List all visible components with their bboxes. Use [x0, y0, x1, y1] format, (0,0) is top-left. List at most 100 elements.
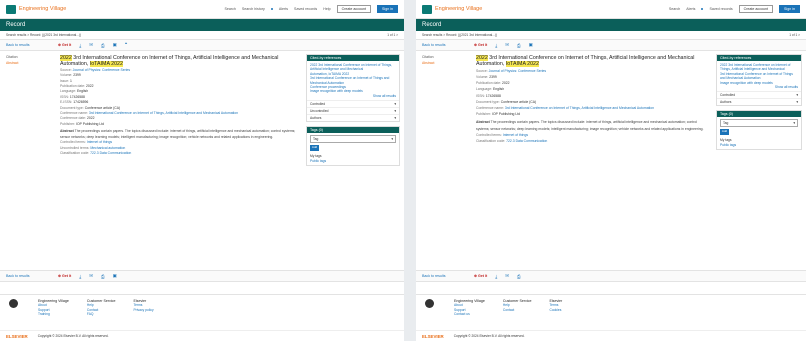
getit-button[interactable]: ⊕ Get It — [474, 274, 487, 278]
public-tags-link[interactable]: Public tags — [720, 143, 798, 147]
elsevier-logo[interactable]: ELSEVIER — [422, 334, 444, 339]
uncontrolled-term[interactable]: Mechanical automation — [90, 146, 125, 150]
cite-icon[interactable]: ❝ — [125, 42, 127, 48]
section-abstract[interactable]: Abstract — [422, 61, 466, 65]
result-pager[interactable]: 1 of 1 > — [789, 33, 800, 37]
abstract-label: Abstract — [476, 120, 490, 125]
nav-alerts[interactable]: Alerts — [279, 7, 288, 11]
class-code[interactable]: 722.3 Data Communication — [506, 139, 547, 143]
facet-uncontrolled[interactable]: Uncontrolled ▾ — [307, 107, 399, 114]
line-value[interactable]: 3rd International Conference on Internet… — [89, 111, 238, 115]
show-all-link[interactable]: Show all results — [310, 94, 396, 98]
my-tags-label: My tags — [310, 154, 322, 159]
save-icon[interactable]: ▣ — [113, 273, 117, 279]
nav-saved-records[interactable]: Saved records — [709, 7, 732, 11]
create-account-button[interactable]: Create account — [336, 5, 371, 13]
footer-link[interactable]: Contact us — [454, 312, 485, 316]
footer-link[interactable]: Privacy policy — [133, 308, 153, 312]
save-icon[interactable]: ▣ — [113, 42, 117, 48]
nav-help[interactable]: Help — [323, 7, 330, 11]
line-label: E-ISSN: — [60, 100, 74, 105]
line-value: 2022 — [86, 84, 94, 89]
related-item[interactable]: 3rd International Conference on Internet… — [310, 76, 396, 85]
record-toolbar: Back to results ⊕ Get It ⤓ ✉ ⎙ ▣ — [416, 39, 806, 51]
print-icon[interactable]: ⎙ — [101, 43, 105, 48]
result-pager[interactable]: 1 of 1 > — [387, 33, 398, 37]
line-value[interactable]: 3rd International Conference on Internet… — [505, 106, 654, 110]
section-citation[interactable]: Citation — [422, 55, 466, 59]
record-sections: Citation Abstract — [416, 51, 472, 157]
getit-button[interactable]: ⊕ Get It — [474, 43, 487, 47]
back-to-results-link[interactable]: Back to results — [422, 274, 466, 278]
email-icon[interactable]: ✉ — [505, 273, 509, 279]
line-value: English — [492, 87, 505, 92]
facet-authors[interactable]: Authors ▾ — [307, 114, 399, 121]
footer-link[interactable]: FAQ — [87, 312, 116, 316]
email-icon[interactable]: ✉ — [505, 42, 509, 48]
facet-controlled[interactable]: Controlled ▾ — [717, 91, 801, 98]
related-item[interactable]: 2022 3rd International Conference on Int… — [310, 63, 396, 72]
line-value: 17426588 — [485, 93, 501, 98]
breadcrumb-text[interactable]: Search results > Record: (((2021 3rd Int… — [6, 33, 81, 37]
back-to-results-link[interactable]: Back to results — [6, 274, 50, 278]
nav-search-history[interactable]: Search history — [242, 7, 265, 11]
section-citation[interactable]: Citation — [6, 55, 50, 59]
print-icon[interactable]: ⎙ — [517, 43, 521, 48]
app-logo[interactable]: Engineering Village — [422, 4, 482, 14]
download-icon[interactable]: ⤓ — [79, 43, 81, 48]
chevron-down-icon: ▾ — [391, 137, 393, 142]
footer-link[interactable]: Contact — [503, 308, 532, 312]
add-tag-button[interactable]: Add — [310, 145, 319, 152]
print-icon[interactable]: ⎙ — [101, 274, 105, 279]
line-value: English — [76, 89, 89, 94]
sign-in-button[interactable]: Sign in — [377, 5, 398, 13]
line-value[interactable]: Journal of Physics: Conference Series — [489, 69, 546, 73]
elsevier-tree-logo — [6, 299, 20, 327]
facet-authors[interactable]: Authors ▾ — [717, 98, 801, 105]
email-icon[interactable]: ✉ — [89, 42, 93, 48]
footer-link[interactable]: Training — [38, 312, 69, 316]
chevron-down-icon: ▾ — [796, 100, 798, 105]
email-icon[interactable]: ✉ — [89, 273, 93, 279]
sign-in-button[interactable]: Sign in — [779, 5, 800, 13]
abstract-block: Abstract The proceedings contain papers.… — [60, 129, 298, 140]
facet-label: Uncontrolled — [310, 109, 329, 114]
back-to-results-link[interactable]: Back to results — [422, 43, 466, 47]
nav-alerts[interactable]: Alerts — [686, 7, 695, 11]
app-logo[interactable]: Engineering Village — [6, 4, 66, 14]
save-icon[interactable]: ▣ — [529, 42, 533, 48]
download-icon[interactable]: ⤓ — [495, 43, 497, 48]
breadcrumb-text[interactable]: Search results > Record: (((2021 3rd Int… — [422, 33, 497, 37]
create-account-button[interactable]: Create account — [738, 5, 773, 13]
getit-button[interactable]: ⊕ Get It — [58, 43, 71, 47]
class-code[interactable]: 722.3 Data Communication — [90, 151, 131, 155]
class-label: Classification code: — [60, 150, 91, 155]
related-item[interactable]: 3rd International Conference on Internet… — [720, 72, 798, 81]
line-value: Conference article (CA) — [84, 105, 121, 110]
related-item[interactable]: 2022 3rd International Conference on Int… — [720, 63, 798, 72]
print-icon[interactable]: ⎙ — [517, 274, 521, 279]
nav-saved-records[interactable]: Saved records — [294, 7, 317, 11]
facet-controlled[interactable]: Controlled ▾ — [307, 100, 399, 107]
show-all-link[interactable]: Show all results — [720, 85, 798, 89]
tree-icon — [424, 299, 434, 308]
controlled-term[interactable]: Internet of things — [503, 133, 528, 137]
nav-search[interactable]: Search — [224, 7, 235, 11]
elsevier-logo[interactable]: ELSEVIER — [6, 334, 28, 339]
getit-label: Get It — [62, 43, 72, 47]
download-icon[interactable]: ⤓ — [79, 274, 81, 279]
footer-link[interactable]: Cookies — [549, 308, 562, 312]
line-value[interactable]: Journal of Physics: Conference Series — [73, 68, 130, 72]
controlled-term[interactable]: Internet of things — [87, 140, 112, 144]
add-tag-button[interactable]: Add — [720, 129, 729, 136]
section-abstract[interactable]: Abstract — [6, 61, 50, 65]
getit-button[interactable]: ⊕ Get It — [58, 274, 71, 278]
line-label: Conference name: — [476, 106, 505, 111]
nav-search[interactable]: Search — [669, 7, 680, 11]
page-footer: Engineering Village About Support Training … — [0, 294, 404, 331]
tag-input[interactable]: Tag ▾ — [310, 135, 396, 144]
back-to-results-link[interactable]: Back to results — [6, 43, 50, 47]
tag-input[interactable]: Tag ▾ — [720, 119, 798, 128]
download-icon[interactable]: ⤓ — [495, 274, 497, 279]
public-tags-link[interactable]: Public tags — [310, 159, 396, 163]
